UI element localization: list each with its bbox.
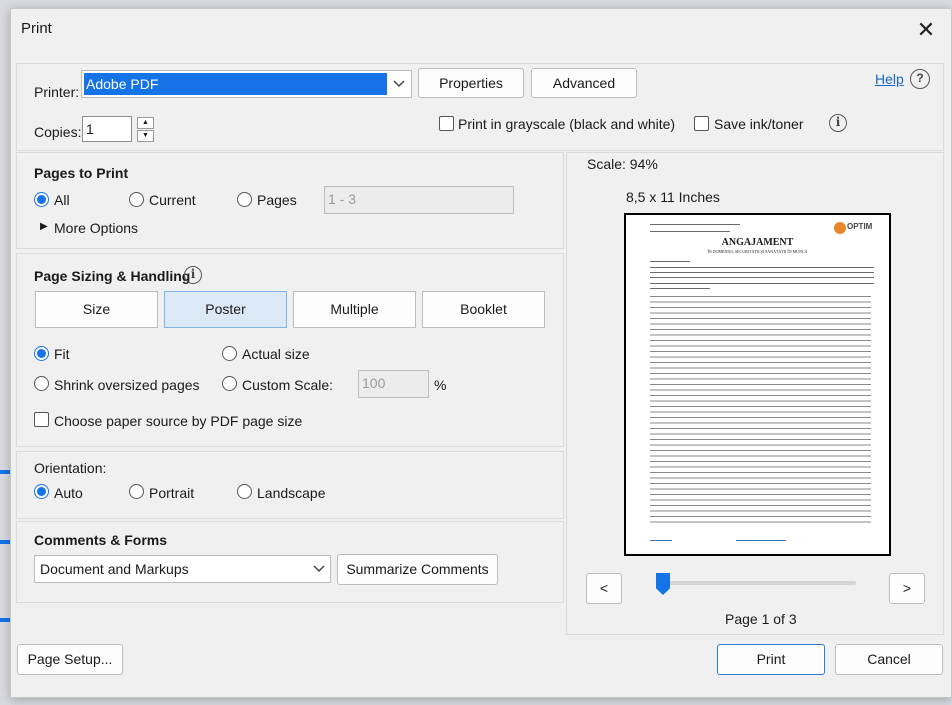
orientation-auto-label: Auto [54, 485, 83, 501]
doc-line [650, 288, 710, 289]
doc-line [650, 231, 730, 232]
info-icon[interactable]: i [184, 266, 202, 284]
preview-body-lines [650, 293, 871, 523]
expand-triangle-icon[interactable]: ▶ [40, 221, 48, 232]
cancel-button[interactable]: Cancel [835, 644, 943, 675]
background-accent-line [0, 540, 10, 544]
next-page-button[interactable]: > [889, 573, 925, 604]
all-pages-label: All [54, 192, 70, 208]
orientation-panel: Orientation: Auto Portrait Landscape [16, 451, 564, 519]
info-icon[interactable]: i [829, 114, 847, 132]
doc-line [650, 277, 874, 278]
tab-poster[interactable]: Poster [164, 291, 287, 328]
doc-line [650, 224, 740, 225]
comments-forms-select[interactable]: Document and Markups [34, 555, 331, 583]
shrink-oversized-label: Shrink oversized pages [54, 377, 200, 393]
tab-size[interactable]: Size [35, 291, 158, 328]
save-ink-label: Save ink/toner [714, 116, 804, 132]
page-preview: OPTIM ANGAJAMENT ÎN DOMENIUL SECURITĂȚII… [624, 213, 891, 556]
custom-scale-input[interactable]: 100 [358, 370, 429, 398]
orientation-landscape-radio[interactable] [237, 484, 252, 499]
current-page-radio[interactable] [129, 192, 144, 207]
actual-size-label: Actual size [242, 346, 310, 362]
grayscale-checkbox[interactable] [439, 116, 454, 131]
copies-input[interactable]: 1 [82, 116, 132, 142]
pages-to-print-heading: Pages to Print [34, 165, 129, 181]
paper-source-checkbox[interactable] [34, 412, 49, 427]
page-sizing-panel: Page Sizing & Handling i Size Poster Mul… [16, 253, 564, 447]
summarize-comments-button[interactable]: Summarize Comments [337, 554, 498, 585]
fit-label: Fit [54, 346, 70, 362]
stepper-down-icon[interactable]: ▼ [137, 130, 154, 142]
advanced-button[interactable]: Advanced [531, 68, 637, 98]
comments-forms-select-value: Document and Markups [40, 561, 189, 577]
save-ink-checkbox[interactable] [694, 116, 709, 131]
print-button[interactable]: Print [717, 644, 825, 675]
orientation-auto-radio[interactable] [34, 484, 49, 499]
orientation-portrait-radio[interactable] [129, 484, 144, 499]
preview-panel: Scale: 94% 8,5 x 11 Inches OPTIM ANGAJAM… [566, 152, 944, 635]
preview-paper-size: 8,5 x 11 Inches [626, 189, 720, 205]
grayscale-label: Print in grayscale (black and white) [458, 116, 676, 132]
percent-label: % [434, 377, 447, 393]
copies-label: Copies: [34, 124, 82, 140]
tab-multiple[interactable]: Multiple [293, 291, 416, 328]
previous-page-button[interactable]: < [586, 573, 622, 604]
title-bar: Print ✕ [11, 9, 951, 53]
printer-select[interactable]: Adobe PDF [81, 70, 412, 98]
comments-forms-panel: Comments & Forms Document and Markups Su… [16, 521, 564, 603]
page-setup-button[interactable]: Page Setup... [17, 644, 123, 675]
doc-line [650, 272, 874, 273]
doc-line [736, 540, 786, 541]
print-dialog: Print ✕ Printer: Adobe PDF Properties Ad… [10, 8, 952, 698]
page-sizing-heading: Page Sizing & Handling [34, 268, 191, 284]
close-icon[interactable]: ✕ [913, 17, 939, 43]
doc-line [650, 540, 672, 541]
printer-panel: Printer: Adobe PDF Properties Advanced H… [16, 63, 944, 151]
preview-doc-title: ANGAJAMENT [721, 237, 794, 248]
chevron-down-icon [311, 556, 327, 582]
current-page-label: Current [149, 192, 196, 208]
background-accent-line [0, 618, 10, 622]
page-indicator: Page 1 of 3 [725, 611, 797, 627]
pages-range-input[interactable]: 1 - 3 [324, 186, 514, 214]
background-accent-line [0, 470, 10, 474]
custom-scale-label: Custom Scale: [242, 377, 334, 393]
printer-label: Printer: [34, 84, 80, 100]
properties-button[interactable]: Properties [418, 68, 524, 98]
tab-booklet[interactable]: Booklet [422, 291, 545, 328]
doc-line [650, 261, 690, 262]
stepper-up-icon[interactable]: ▲ [137, 117, 154, 129]
page-slider-track[interactable] [656, 581, 856, 585]
preview-logo: OPTIM [834, 221, 878, 235]
actual-size-radio[interactable] [222, 346, 237, 361]
all-pages-radio[interactable] [34, 192, 49, 207]
fit-radio[interactable] [34, 346, 49, 361]
pages-to-print-panel: Pages to Print All Current Pages 1 - 3 ▶… [16, 152, 564, 249]
more-options-toggle[interactable]: More Options [54, 220, 138, 236]
logo-circle-icon [834, 222, 846, 234]
doc-line [650, 283, 874, 284]
doc-line [650, 267, 874, 268]
preview-logo-text: OPTIM [847, 222, 873, 231]
orientation-heading: Orientation: [34, 460, 107, 476]
preview-doc-subtitle: ÎN DOMENIUL SECURITĂȚII ȘI SĂNĂTĂȚII ÎN … [707, 249, 808, 254]
shrink-oversized-radio[interactable] [34, 376, 49, 391]
page-slider-thumb[interactable] [656, 573, 670, 595]
pages-range-radio[interactable] [237, 192, 252, 207]
orientation-landscape-label: Landscape [257, 485, 326, 501]
help-icon[interactable]: ? [910, 69, 930, 89]
printer-select-value: Adobe PDF [84, 73, 387, 95]
paper-source-label: Choose paper source by PDF page size [54, 413, 303, 429]
copies-stepper[interactable]: ▲ ▼ [137, 117, 154, 142]
orientation-portrait-label: Portrait [149, 485, 195, 501]
pages-range-label: Pages [257, 192, 297, 208]
custom-scale-radio[interactable] [222, 376, 237, 391]
dialog-title: Print [21, 20, 52, 37]
help-link[interactable]: Help [875, 71, 904, 87]
comments-forms-heading: Comments & Forms [34, 532, 168, 548]
chevron-down-icon [391, 71, 407, 97]
preview-scale: Scale: 94% [587, 156, 658, 172]
